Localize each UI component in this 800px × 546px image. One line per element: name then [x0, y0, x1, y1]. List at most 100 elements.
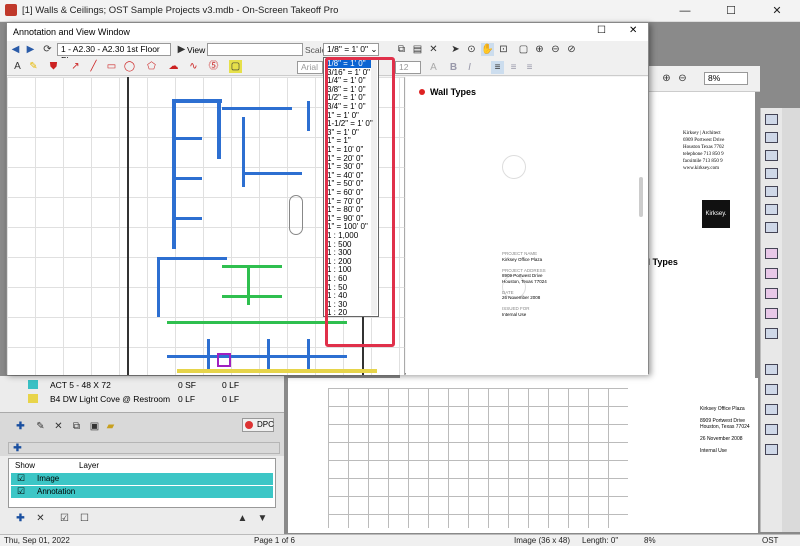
- rail-tool-icon[interactable]: [765, 424, 778, 435]
- rail-tool-icon[interactable]: [765, 150, 778, 161]
- folder-icon[interactable]: ▰: [104, 420, 117, 433]
- background-plan: Kirksey Office Plaza 8909 Portwest Drive H…: [288, 378, 758, 533]
- app-title-bar: [1] Walls & Ceilings; OST Sample Project…: [0, 0, 800, 22]
- zoom-out-icon[interactable]: ⊖: [676, 72, 689, 85]
- highlighter-icon[interactable]: ✎: [27, 60, 40, 73]
- zoom-box-icon[interactable]: ⊡: [497, 43, 510, 56]
- zoom-combo[interactable]: 8%: [704, 72, 748, 85]
- delete-icon[interactable]: ✕: [427, 43, 440, 56]
- ellipse-tool-icon[interactable]: ◯: [123, 60, 136, 73]
- rail-tool-icon[interactable]: [765, 328, 778, 339]
- align-center-icon[interactable]: ≡: [507, 61, 520, 74]
- zoom-in-icon[interactable]: ⊕: [533, 43, 546, 56]
- rail-tool-icon[interactable]: [765, 404, 778, 415]
- zoom-previous-icon[interactable]: ⊘: [565, 43, 578, 56]
- rail-tool-icon[interactable]: [765, 268, 778, 279]
- zoom-in-icon[interactable]: ⊕: [660, 72, 673, 85]
- move-up-icon[interactable]: ▲: [236, 512, 249, 525]
- check-all-icon[interactable]: ☑: [58, 512, 71, 525]
- rail-tool-icon[interactable]: [765, 288, 778, 299]
- forward-icon[interactable]: ▶: [24, 43, 37, 56]
- layer-name: Annotation: [37, 487, 76, 496]
- edit-icon[interactable]: ✎: [34, 420, 47, 433]
- right-tool-rail: [760, 108, 782, 532]
- zoom-window-icon[interactable]: ⊙: [465, 43, 478, 56]
- condition-swatch: [28, 394, 38, 403]
- rail-tool-icon[interactable]: [765, 444, 778, 455]
- stamp-icon[interactable]: ⛊: [47, 60, 60, 73]
- cloud-tool-icon[interactable]: ☁: [167, 60, 180, 73]
- condition-length: 0 LF: [222, 380, 240, 390]
- dialog-title-bar: Annotation and View Window ☐ ✕: [7, 23, 648, 41]
- arrow-tool-icon[interactable]: ↗: [69, 60, 82, 73]
- rail-tool-icon[interactable]: [765, 384, 778, 395]
- layer-checkbox[interactable]: ☑: [17, 486, 25, 497]
- add-icon[interactable]: ✚: [14, 512, 27, 525]
- pointer-icon[interactable]: ➤: [449, 43, 462, 56]
- font-size-combo[interactable]: 12: [395, 61, 421, 74]
- pan-hand-icon[interactable]: ✋: [481, 43, 494, 56]
- delete-icon[interactable]: ✕: [52, 420, 65, 433]
- add-condition-icon[interactable]: ✚: [14, 420, 27, 433]
- italic-icon[interactable]: I: [463, 61, 476, 74]
- remove-icon[interactable]: ✕: [34, 512, 47, 525]
- sheet-heading: Wall Types: [430, 87, 477, 97]
- rail-tool-icon[interactable]: [765, 114, 778, 125]
- fill-color-icon[interactable]: ▢: [229, 60, 242, 73]
- style-icon[interactable]: ▣: [88, 420, 101, 433]
- font-color-icon[interactable]: A: [427, 61, 440, 74]
- layer-row[interactable]: ☑ Image: [11, 473, 273, 485]
- rail-tool-icon[interactable]: [765, 168, 778, 179]
- view-label: View: [187, 45, 206, 55]
- rail-tool-icon[interactable]: [765, 308, 778, 319]
- fit-page-icon[interactable]: ▢: [517, 43, 530, 56]
- add-layer-icon[interactable]: ✚: [11, 442, 24, 455]
- scale-combo[interactable]: 1/8" = 1' 0" ⌄: [323, 43, 379, 56]
- dialog-maximize-button[interactable]: ☐: [597, 25, 606, 36]
- back-icon[interactable]: ◀: [9, 43, 22, 56]
- polygon-tool-icon[interactable]: ⬠: [145, 60, 158, 73]
- layer-col-show: Show: [15, 461, 36, 470]
- maximize-button[interactable]: ☐: [708, 0, 754, 22]
- font-combo[interactable]: Arial: [297, 61, 323, 74]
- rail-tool-icon[interactable]: [765, 364, 778, 375]
- page-combo[interactable]: 1 - A2.30 - A2.30 1st Floor Plan: [57, 43, 171, 65]
- sheet-view[interactable]: Wall Types PROJECT NAME Kirksey Office P…: [406, 77, 648, 375]
- line-tool-icon[interactable]: ╱: [87, 60, 100, 73]
- rectangle-tool-icon[interactable]: ▭: [105, 60, 118, 73]
- layer-list: Show Layer ☑ Image ☑ Annotation: [8, 458, 276, 508]
- copy-icon[interactable]: ⧉: [395, 43, 408, 56]
- zoom-out-icon[interactable]: ⊖: [549, 43, 562, 56]
- freehand-tool-icon[interactable]: ∿: [187, 60, 200, 73]
- refresh-icon[interactable]: ⟳: [41, 43, 54, 56]
- layer-header-bar: ✚: [8, 442, 280, 454]
- dialog-close-button[interactable]: ✕: [629, 25, 637, 36]
- close-button[interactable]: ✕: [754, 0, 800, 22]
- align-right-icon[interactable]: ≡: [523, 61, 536, 74]
- view-combo[interactable]: [207, 43, 303, 56]
- rail-tool-icon[interactable]: [765, 204, 778, 215]
- text-tool-icon[interactable]: A: [11, 60, 24, 73]
- minimize-button[interactable]: —: [662, 0, 708, 22]
- rail-tool-icon[interactable]: [765, 248, 778, 259]
- condition-name[interactable]: ACT 5 - 48 X 72: [50, 380, 111, 393]
- move-down-icon[interactable]: ▼: [256, 512, 269, 525]
- far-right-rail: [782, 108, 800, 532]
- layer-row[interactable]: ☑ Annotation: [11, 486, 273, 498]
- layer-checkbox[interactable]: ☑: [17, 473, 25, 484]
- condition-name[interactable]: B4 DW Light Cove @ Restroom: [50, 394, 170, 407]
- uncheck-all-icon[interactable]: ☐: [78, 512, 91, 525]
- paste-icon[interactable]: ▤: [411, 43, 424, 56]
- sheet-scrollbar[interactable]: [639, 177, 643, 217]
- status-length: Length: 0": [582, 536, 619, 545]
- rail-tool-icon[interactable]: [765, 132, 778, 143]
- align-left-icon[interactable]: ≡: [491, 61, 504, 74]
- navigation-toolbar: ◀ ▶ ⟳ 1 - A2.30 - A2.30 1st Floor Plan ▶…: [7, 41, 648, 65]
- callout-tool-icon[interactable]: ⓹: [207, 60, 220, 73]
- copy-icon[interactable]: ⧉: [70, 420, 83, 433]
- layer-col-layer: Layer: [79, 461, 100, 470]
- rail-tool-icon[interactable]: [765, 222, 778, 233]
- rail-tool-icon[interactable]: [765, 186, 778, 197]
- sheet-title-block: PROJECT NAME Kirksey Office Plaza PROJEC…: [502, 251, 547, 317]
- bold-icon[interactable]: B: [447, 61, 460, 74]
